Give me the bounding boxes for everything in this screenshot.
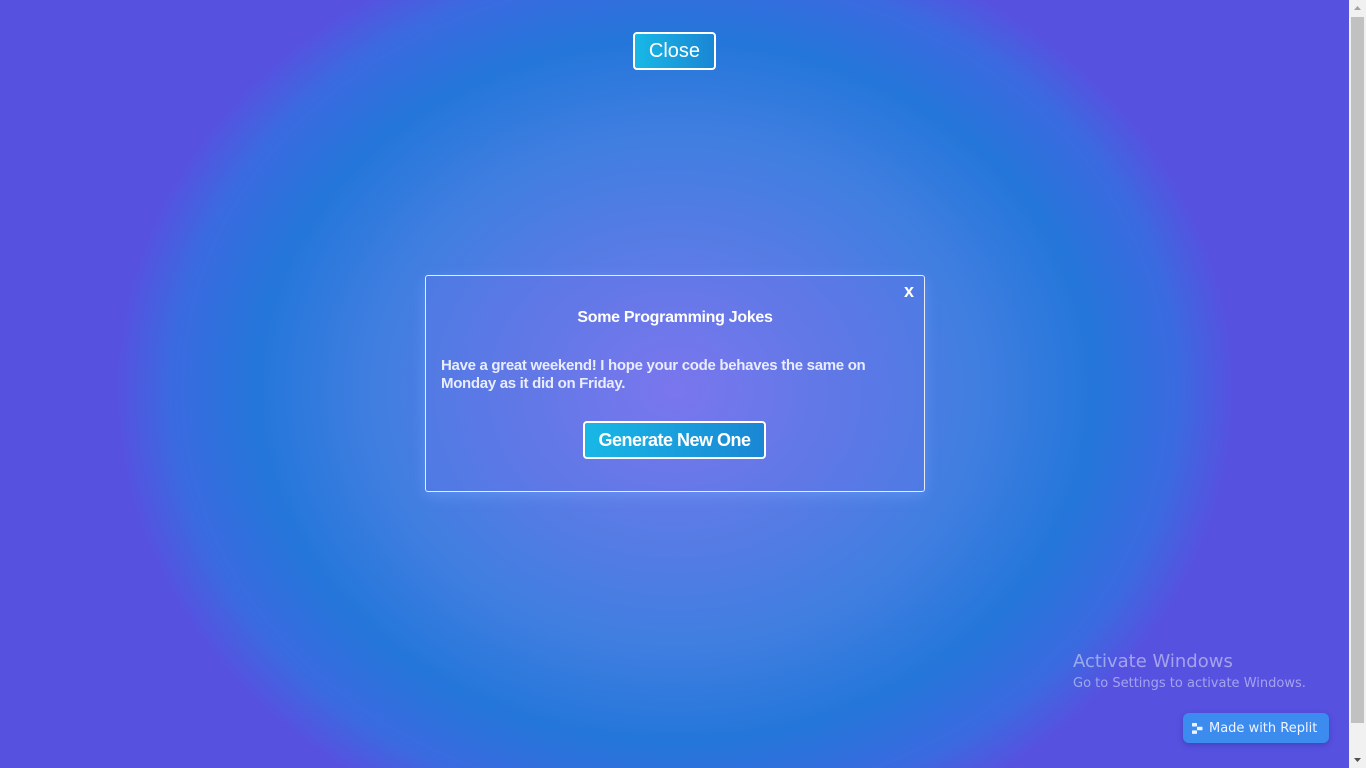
scroll-down-arrow-icon[interactable] <box>1349 751 1366 768</box>
page-viewport: Close x Some Programming Jokes Have a gr… <box>0 0 1349 768</box>
modal-title: Some Programming Jokes <box>577 309 773 326</box>
activate-windows-watermark: Activate Windows Go to Settings to activ… <box>1073 651 1306 693</box>
vertical-scrollbar[interactable] <box>1349 0 1366 768</box>
close-button[interactable]: Close <box>633 32 716 70</box>
generate-new-button[interactable]: Generate New One <box>583 421 766 459</box>
joke-text: Have a great weekend! I hope your code b… <box>441 357 866 392</box>
badge-label: Made with Replit <box>1209 720 1318 736</box>
scrollbar-thumb[interactable] <box>1351 17 1364 723</box>
made-with-replit-badge[interactable]: Made with Replit <box>1183 713 1329 743</box>
modal-close-icon[interactable]: x <box>904 281 914 302</box>
watermark-subtitle: Go to Settings to activate Windows. <box>1073 676 1306 691</box>
joke-modal: x Some Programming Jokes Have a great we… <box>425 275 925 492</box>
scroll-up-arrow-icon[interactable] <box>1349 0 1366 17</box>
replit-icon <box>1192 722 1203 734</box>
watermark-title: Activate Windows <box>1073 651 1233 672</box>
